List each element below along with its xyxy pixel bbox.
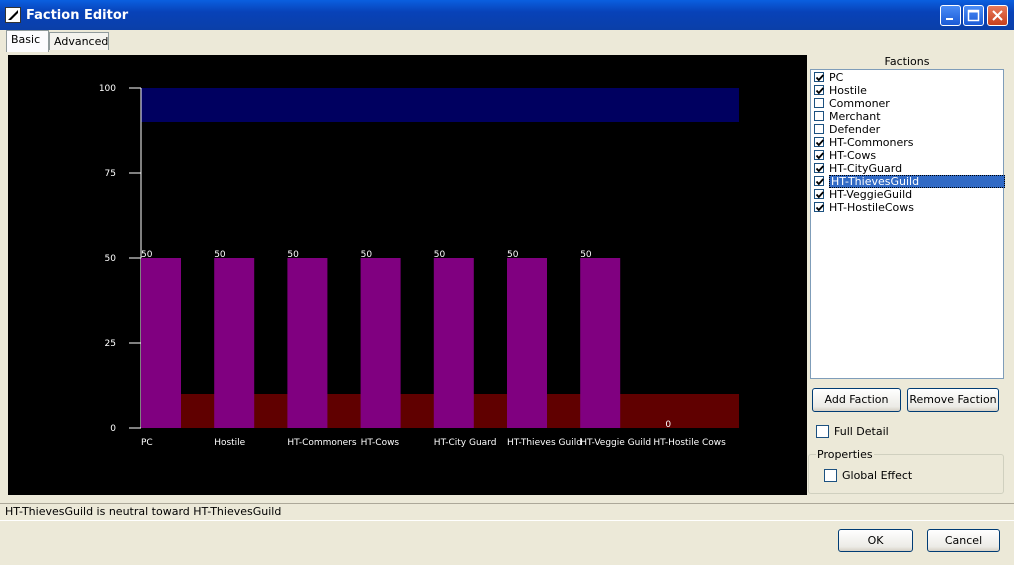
bar-value-label: 50 (214, 250, 226, 260)
bar-value-label: 50 (434, 250, 446, 260)
x-tick-label: PC (141, 438, 153, 448)
close-button[interactable] (987, 5, 1008, 26)
chart-bar (287, 258, 328, 428)
y-tick-label: 100 (99, 84, 116, 94)
faction-label: Merchant (829, 110, 881, 123)
minimize-button[interactable] (940, 5, 961, 26)
check-icon (815, 139, 824, 147)
maximize-icon (967, 9, 980, 22)
faction-label: Hostile (829, 84, 867, 97)
x-tick-label: Hostile (214, 438, 245, 448)
faction-checkbox[interactable] (814, 111, 824, 121)
bar-value-label: 50 (580, 250, 592, 260)
faction-label: Commoner (829, 97, 890, 110)
faction-list-item[interactable]: HT-Cows (813, 149, 1001, 162)
faction-label: HT-Commoners (829, 136, 914, 149)
chart-bar (433, 258, 474, 428)
x-tick-label: HT-Thieves Guild (507, 438, 582, 448)
status-text: HT-ThievesGuild is neutral toward HT-Thi… (5, 505, 282, 518)
chart-bar (214, 258, 255, 428)
close-icon (992, 10, 1003, 21)
y-tick-label: 75 (105, 169, 116, 179)
add-faction-button[interactable]: Add Faction (812, 388, 901, 412)
faction-list-item[interactable]: PC (813, 71, 1001, 84)
x-tick-label: HT-Veggie Guild (580, 438, 651, 448)
chart-band (141, 88, 739, 122)
x-tick-label: HT-Cows (361, 438, 400, 448)
ok-button[interactable]: OK (838, 529, 913, 552)
y-tick-label: 50 (105, 254, 117, 264)
y-tick-label: 0 (110, 424, 116, 434)
faction-list-item[interactable]: HT-HostileCows (813, 201, 1001, 214)
faction-label: HT-CityGuard (829, 162, 903, 175)
faction-checkbox[interactable] (814, 176, 824, 186)
app-icon (5, 7, 21, 23)
bar-value-label: 50 (141, 250, 153, 260)
window-title: Faction Editor (26, 8, 129, 23)
faction-chart: 0 25 50 75 100 50 PC 50 Hostile 50 HT-Commoners 50 H… (8, 55, 807, 495)
check-icon (815, 87, 824, 95)
faction-checkbox[interactable] (814, 189, 824, 199)
check-icon (815, 165, 824, 173)
full-detail-checkbox[interactable] (816, 425, 829, 438)
minimize-icon (946, 18, 953, 20)
faction-checkbox[interactable] (814, 202, 824, 212)
faction-list-item[interactable]: Commoner (813, 97, 1001, 110)
faction-list-item[interactable]: HT-VeggieGuild (813, 188, 1001, 201)
check-icon (815, 204, 824, 212)
faction-label: Defender (829, 123, 881, 136)
chart-bar (580, 258, 621, 428)
x-tick-label: HT-Hostile Cows (653, 438, 726, 448)
bar-value-label: 50 (507, 250, 519, 260)
faction-editor-window: Faction Editor Basic Advanced 0 25 50 75 100… (0, 0, 1014, 565)
title-bar[interactable]: Faction Editor (0, 0, 1014, 30)
chart-bar (141, 258, 181, 428)
bar-value-label: 50 (287, 250, 299, 260)
global-effect-label: Global Effect (842, 469, 913, 482)
faction-checkbox[interactable] (814, 124, 824, 134)
faction-list-item[interactable]: Hostile (813, 84, 1001, 97)
chart-bar (507, 258, 547, 428)
faction-label: HT-HostileCows (829, 201, 915, 214)
bar-value-label: 50 (361, 250, 373, 260)
check-icon (815, 191, 824, 199)
x-tick-label: HT-Commoners (287, 438, 356, 448)
tab-advanced[interactable]: Advanced (49, 32, 109, 50)
chart-bar (360, 258, 401, 428)
faction-chart-svg: 0 25 50 75 100 50 PC 50 Hostile 50 HT-Commoners 50 H… (99, 84, 739, 448)
check-icon (815, 178, 824, 186)
check-icon (815, 152, 824, 160)
faction-list-item[interactable]: HT-ThievesGuild (813, 175, 1005, 188)
faction-list-item[interactable]: Defender (813, 123, 1001, 136)
faction-label: HT-Cows (829, 149, 877, 162)
global-effect-checkbox[interactable] (824, 469, 837, 482)
check-icon (815, 74, 824, 82)
faction-checkbox[interactable] (814, 150, 824, 160)
faction-checkbox[interactable] (814, 137, 824, 147)
faction-label: HT-ThievesGuild (829, 175, 1005, 188)
full-detail-label: Full Detail (834, 425, 889, 438)
factions-listbox[interactable]: PC Hostile Commoner Merchant Defender HT-Comm… (810, 69, 1005, 379)
y-tick-label: 25 (105, 339, 116, 349)
faction-checkbox[interactable] (814, 85, 824, 95)
faction-list-item[interactable]: HT-CityGuard (813, 162, 1001, 175)
cancel-button[interactable]: Cancel (927, 529, 1000, 552)
faction-list-item[interactable]: HT-Commoners (813, 136, 1001, 149)
remove-faction-button[interactable]: Remove Faction (907, 388, 999, 412)
faction-checkbox[interactable] (814, 98, 824, 108)
faction-checkbox[interactable] (814, 72, 824, 82)
bar-value-label: 0 (665, 420, 671, 430)
factions-header: Factions (884, 55, 930, 68)
maximize-button[interactable] (963, 5, 984, 26)
status-bar: HT-ThievesGuild is neutral toward HT-Thi… (0, 503, 1014, 521)
properties-label: Properties (816, 448, 874, 461)
faction-list-item[interactable]: Merchant (813, 110, 1001, 123)
tab-basic[interactable]: Basic (6, 30, 49, 52)
faction-label: HT-VeggieGuild (829, 188, 913, 201)
faction-label: PC (829, 71, 844, 84)
faction-checkbox[interactable] (814, 163, 824, 173)
separator (0, 520, 1014, 521)
x-tick-label: HT-City Guard (434, 438, 497, 448)
